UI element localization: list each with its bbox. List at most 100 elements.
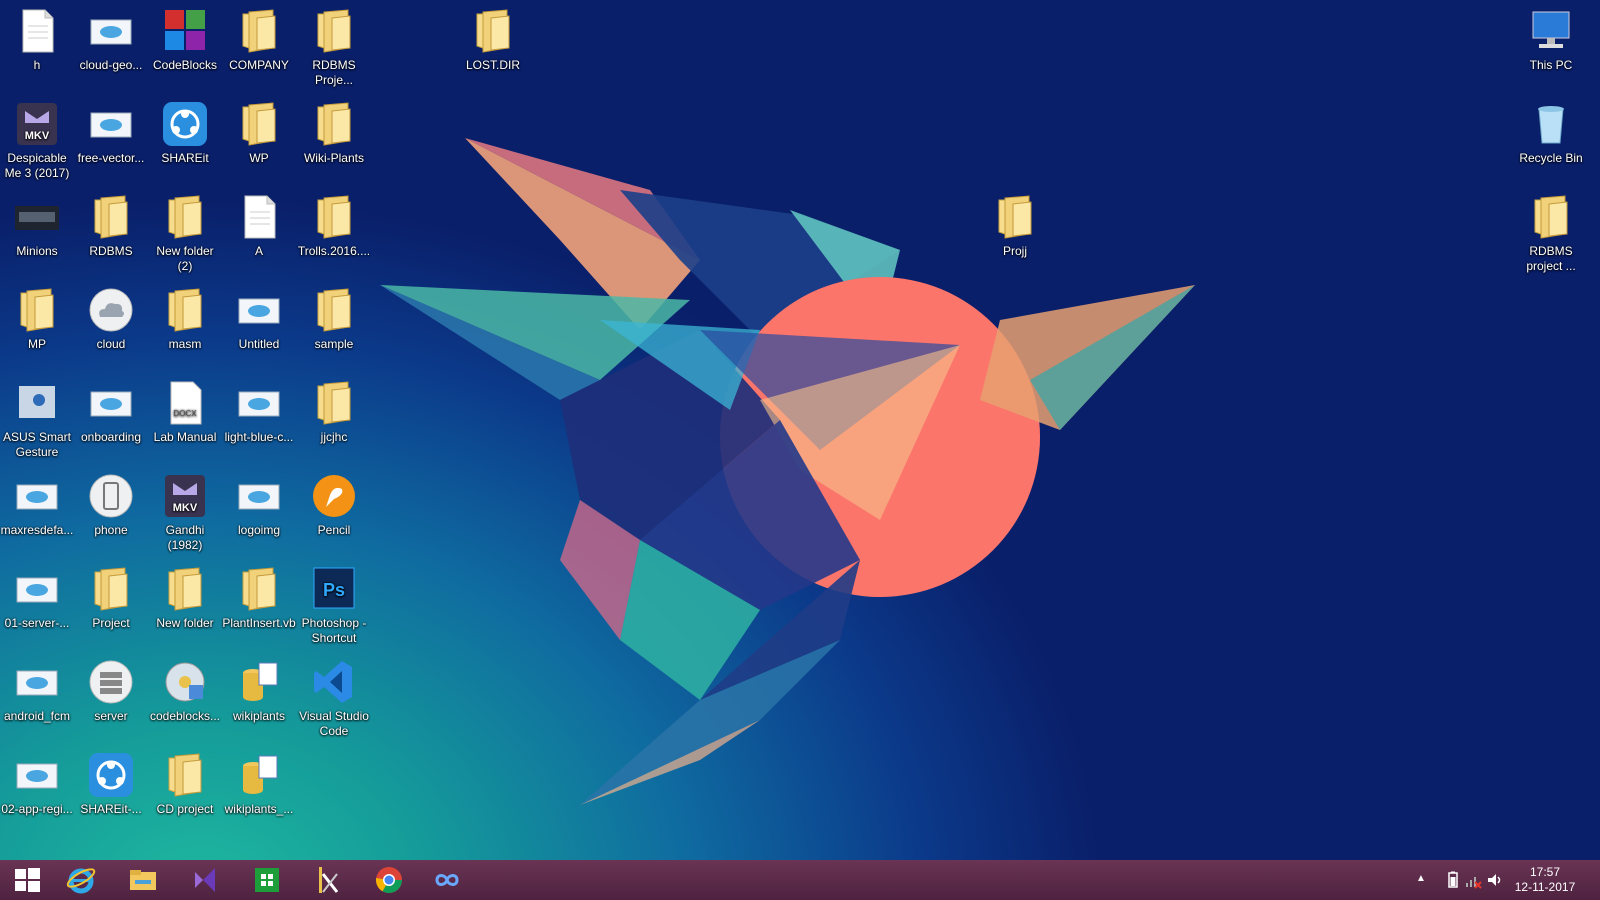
desktop-icon-label: Projj [1002,244,1027,258]
desktop-icon-label: COMPANY [229,58,289,72]
desktop-icon[interactable]: Pencil [297,473,371,538]
network-disconnected-icon[interactable] [1464,871,1482,889]
mkv-icon: MKV [161,473,209,519]
desktop-icon-label: MP [28,337,46,351]
database-icon [235,752,283,798]
desktop-icon[interactable]: MKV Despicable Me 3 (2017) [0,101,74,181]
taskbar-tools[interactable] [300,860,354,900]
desktop-icon[interactable]: ASUS Smart Gesture [0,380,74,460]
desktop-icon[interactable]: PlantInsert.vb [222,566,296,631]
store-icon [255,868,279,892]
desktop-icon[interactable]: RDBMS Proje... [297,8,371,88]
desktop-icon[interactable]: Trolls.2016.... [297,194,371,259]
taskbar-infinity-app[interactable] [420,860,474,900]
desktop-icon[interactable]: This PC [1514,8,1588,73]
desktop-icon[interactable]: server [74,659,148,724]
tools-icon [319,867,339,893]
desktop-icon-label: LOST.DIR [465,58,520,72]
desktop-icon[interactable]: MP [0,287,74,352]
taskbar-file-explorer[interactable] [116,860,170,900]
battery-icon[interactable] [1444,871,1462,889]
pencil-icon [310,473,358,519]
desktop-icon[interactable]: wikiplants_... [222,752,296,817]
desktop-icon[interactable]: Projj [978,194,1052,259]
show-hidden-icons-icon[interactable]: ▲ [1416,873,1434,891]
desktop-icon[interactable]: h [0,8,74,73]
folder-icon [991,194,1039,240]
desktop-icon[interactable]: CodeBlocks [148,8,222,73]
desktop-icon[interactable]: Wiki-Plants [297,101,371,166]
taskbar-chrome[interactable] [362,860,416,900]
desktop-icon[interactable]: New folder (2) [148,194,222,274]
desktop-icon[interactable]: wikiplants [222,659,296,724]
start-button[interactable] [0,860,54,900]
desktop-icon[interactable]: sample [297,287,371,352]
desktop-icon[interactable]: light-blue-c... [222,380,296,445]
desktop-icon-label: SHAREit [161,151,209,165]
infinity-icon [435,874,459,886]
desktop-icon[interactable]: Visual Studio Code [297,659,371,739]
desktop-icon[interactable]: DOCX Lab Manual [148,380,222,445]
desktop-icon[interactable]: RDBMS project ... [1514,194,1588,274]
desktop-icon[interactable]: cloud [74,287,148,352]
folder-icon [13,287,61,333]
desktop-icon[interactable]: LOST.DIR [456,8,530,73]
desktop-icon[interactable]: 01-server-... [0,566,74,631]
desktop-icon-label: android_fcm [3,709,71,723]
folder-icon [310,380,358,426]
desktop-icon-label: New folder (2) [156,244,214,273]
desktop-icon[interactable]: onboarding [74,380,148,445]
desktop-icon[interactable]: Project [74,566,148,631]
desktop-icon[interactable]: Ps Photoshop - Shortcut [297,566,371,646]
desktop-icon[interactable]: MKV Gandhi (1982) [148,473,222,553]
desktop-icon[interactable]: masm [148,287,222,352]
desktop-icon[interactable]: Recycle Bin [1514,101,1588,166]
volume-icon[interactable] [1486,871,1504,889]
taskbar-store[interactable] [240,860,294,900]
desktop-icon[interactable]: New folder [148,566,222,631]
image-icon [235,380,283,426]
internet-explorer-icon [66,868,96,894]
codeblocks-icon [161,8,209,54]
desktop-icon-label: This PC [1529,58,1573,72]
desktop-icon[interactable]: maxresdefa... [0,473,74,538]
desktop-icon[interactable]: android_fcm [0,659,74,724]
desktop-icon[interactable]: RDBMS [74,194,148,259]
desktop-icon[interactable]: 02-app-regi... [0,752,74,817]
desktop-icon[interactable]: codeblocks... [148,659,222,724]
desktop-icon[interactable]: COMPANY [222,8,296,73]
taskbar-visual-studio[interactable] [178,860,232,900]
desktop-icon[interactable]: SHAREit [148,101,222,166]
desktop-icon-label: Trolls.2016.... [297,244,371,258]
desktop-icon-label: 01-server-... [4,616,70,630]
desktop-icon-label: RDBMS [89,244,133,258]
desktop-icon-label: PlantInsert.vb [222,616,296,630]
folder-icon [235,566,283,612]
desktop-icon[interactable]: WP [222,101,296,166]
folder-icon [310,101,358,147]
desktop-icon[interactable]: SHAREit-... [74,752,148,817]
desktop-icon[interactable]: jjcjhc [297,380,371,445]
desktop-icon[interactable]: Minions [0,194,74,259]
desktop-icon-label: Project [92,616,130,630]
desktop-icon[interactable]: A [222,194,296,259]
desktop-icon-label: ASUS Smart Gesture [2,430,71,459]
database-icon [235,659,283,705]
desktop-icon[interactable]: phone [74,473,148,538]
desktop-icon-label: wikiplants [232,709,286,723]
desktop-icon[interactable]: Untitled [222,287,296,352]
desktop-icon[interactable]: free-vector... [74,101,148,166]
taskbar-clock[interactable]: 17:57 12-11-2017 [1510,865,1580,895]
folder-icon [161,194,209,240]
desktop-icon[interactable]: cloud-geo... [74,8,148,73]
desktop-icon-label: light-blue-c... [224,430,294,444]
desktop-icon-label: sample [314,337,354,351]
server-icon [87,659,135,705]
desktop-icon[interactable]: logoimg [222,473,296,538]
taskbar-ie[interactable] [54,860,108,900]
desktop-icon[interactable]: CD project [148,752,222,817]
desktop-icon-label: Photoshop - Shortcut [301,616,367,645]
desktop-icon-label: Wiki-Plants [303,151,364,165]
folder-icon [310,287,358,333]
desktop-icon-label: cloud [96,337,126,351]
